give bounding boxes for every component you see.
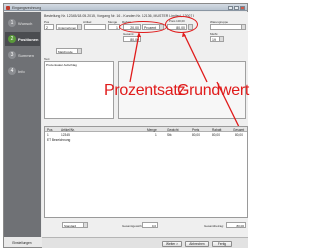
title-bar: Eingangsrechnung: [4, 4, 247, 11]
positions-table: Pos Artikel/Nr. Menge Gewicht Preis Raba…: [44, 126, 248, 218]
step-wunsch[interactable]: 1 Wunsch: [5, 16, 40, 30]
wizard-sidebar: 1 Wunsch 2 Positionen 3 Summen 4 Info: [4, 12, 41, 237]
step-label: Positionen: [18, 36, 39, 42]
column-header[interactable]: Rabatt: [212, 128, 221, 132]
standard-select[interactable]: Standard: [62, 222, 88, 228]
gesamtbetrag-label: Gesamtbetrag:: [204, 223, 224, 228]
column-header[interactable]: Menge: [147, 128, 157, 132]
gesamtgewicht-field: 0,0: [142, 222, 158, 228]
footer-bar: Einstellungen Weiter > Abbrechen Fertig: [12, 237, 248, 248]
minimize-button[interactable]: [228, 5, 233, 10]
step-number: 3: [8, 51, 16, 59]
gesamtbetrag-value: 80,00: [236, 224, 244, 228]
standard-value: Standard: [64, 224, 77, 228]
step-info[interactable]: 4 Info: [5, 64, 40, 78]
abbrechen-button[interactable]: Abbrechen: [185, 240, 209, 247]
dialog-window: Eingangsrechnung 1 Wunsch 2 Positionen 3…: [3, 3, 249, 248]
percent-annotation: Prozentsatz: [104, 82, 186, 99]
column-header[interactable]: Gesamt: [233, 128, 244, 132]
app-icon: [6, 5, 10, 10]
step-label: Info: [18, 68, 25, 74]
base-value-annotation: Grundwert: [177, 82, 249, 99]
table-row[interactable]: ET Bezeichnung: [45, 138, 247, 143]
step-number: 4: [8, 67, 16, 75]
gesamtgewicht-label: Gesamtgewicht:: [122, 223, 144, 228]
gesamtgewicht-value: 0,0: [151, 224, 156, 228]
column-header[interactable]: Pos: [47, 128, 53, 132]
gesamtbetrag-field: 80,00: [226, 222, 246, 228]
step-label: Summen: [18, 52, 35, 58]
table-header: Pos Artikel/Nr. Menge Gewicht Preis Raba…: [45, 127, 247, 132]
maximize-button[interactable]: [234, 5, 239, 10]
step-summen[interactable]: 3 Summen: [5, 48, 40, 62]
einstellungen-link[interactable]: Einstellungen: [8, 241, 36, 247]
step-number: 1: [8, 19, 16, 27]
step-number: 2: [8, 35, 16, 43]
window-title: Eingangsrechnung: [12, 5, 42, 10]
fertig-button[interactable]: Fertig: [212, 240, 232, 247]
weiter-button[interactable]: Weiter >: [162, 240, 182, 247]
step-label: Wunsch: [18, 20, 33, 26]
cell-artikel: ET Bezeichnung: [47, 138, 71, 143]
column-header[interactable]: Gewicht: [167, 128, 179, 132]
chevron-down-icon: [83, 223, 87, 227]
column-header[interactable]: Artikel/Nr.: [61, 128, 75, 132]
close-button[interactable]: [240, 5, 245, 10]
step-positionen[interactable]: 2 Positionen: [5, 32, 40, 46]
main-panel: Bestellung Nr. 12345/18.05.2015, Vorgang…: [42, 12, 249, 237]
column-header[interactable]: Preis: [192, 128, 199, 132]
